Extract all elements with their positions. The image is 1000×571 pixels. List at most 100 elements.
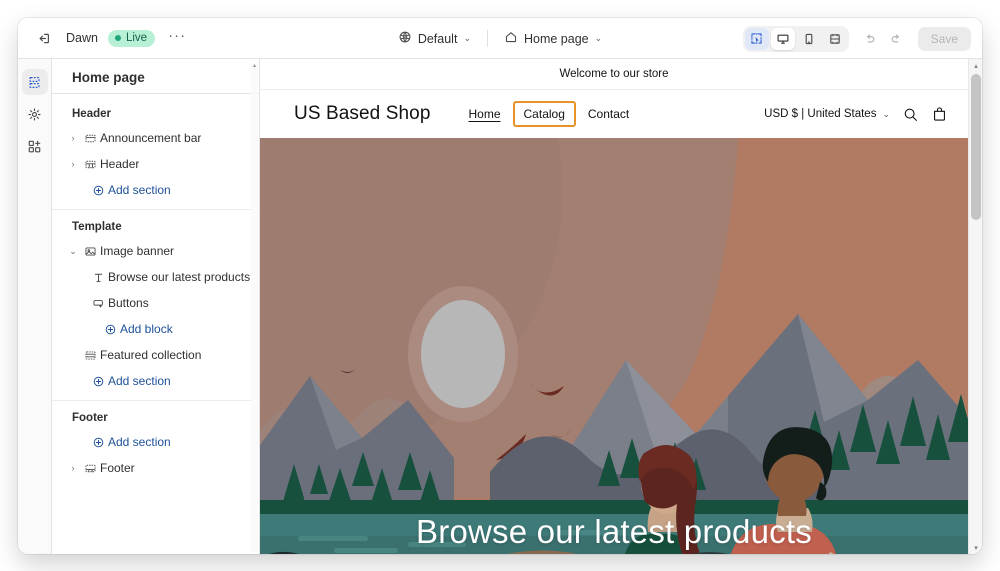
shop-name: US Based Shop [294,103,431,124]
tree-row[interactable]: Add section [58,177,253,203]
chevron-right-icon[interactable]: › [66,133,80,143]
view-mode-group [742,25,849,52]
topbar-right-group: Save [742,18,971,59]
nav-link-home[interactable]: Home [459,102,511,126]
section-group: Header › Announcement bar › Header Add sectio… [52,97,259,210]
section-tree-scroll[interactable]: Header › Announcement bar › Header Add sectio… [52,94,259,554]
preview-viewport: Welcome to our store US Based Shop Home … [260,59,968,554]
inspector-tool-button[interactable] [744,27,769,50]
tree-row[interactable]: › Footer [58,455,253,481]
fullwidth-view-button[interactable] [823,28,847,50]
locale-selector-label: Default [417,31,458,46]
storefront-header-right: USD $ | United States ⌄ [764,106,948,123]
tree-row-label: Add block [120,322,173,336]
scroll-up-arrow-icon[interactable]: ▴ [969,59,982,72]
editor-body: Home page Header › Announcement bar › Header… [18,59,982,554]
page-selector-label: Home page [523,31,589,46]
image-banner-icon [80,245,100,258]
footer-section-icon [80,462,100,475]
storefront-nav: Home Catalog Contact [459,101,640,127]
chevron-down-icon[interactable]: ⌄ [66,246,80,257]
section-group-heading: Header [72,108,111,120]
tree-row[interactable]: › Announcement bar [58,125,253,151]
page-selector[interactable]: Home page ⌄ [497,26,609,51]
sidebar-item-theme-settings[interactable] [22,101,48,127]
announcement-bar: Welcome to our store [260,59,968,90]
storefront-header: US Based Shop Home Catalog Contact USD $… [260,90,968,138]
tree-row-label: Featured collection [100,348,202,362]
tree-row-label: Image banner [100,244,175,258]
chevron-right-icon[interactable]: › [66,159,80,169]
tree-row-label: Announcement bar [100,131,202,145]
section-tree-sidebar: Home page Header › Announcement bar › Header… [52,59,260,554]
banner-heading: Browse our latest products [416,513,812,550]
sidebar-item-sections[interactable] [21,69,48,95]
store-preview: Welcome to our store US Based Shop Home … [260,59,982,554]
tree-row[interactable]: Add section [58,429,253,455]
currency-country-selector[interactable]: USD $ | United States ⌄ [764,108,890,120]
tree-row-label: Footer [100,461,135,475]
topbar-left-group: Dawn Live ··· [18,25,189,51]
mobile-view-button[interactable] [797,28,821,50]
tree-row[interactable]: Browse our latest products [58,264,253,290]
theme-name: Dawn [66,31,98,45]
tree-row[interactable]: Add section [58,368,253,394]
nav-link-contact[interactable]: Contact [578,102,639,126]
section-group-heading: Footer [72,412,108,424]
collection-icon [80,349,100,362]
tree-row-label: Add section [108,435,171,449]
tree-row-label: Add section [108,183,171,197]
tree-row[interactable]: ⌄ Image banner [58,238,253,264]
section-group: Template ⌄ Image banner Browse our latest p… [52,210,259,401]
image-banner[interactable]: Browse our latest products [260,138,968,554]
header-section-icon [80,158,100,171]
tree-row-label: Buttons [108,296,149,310]
page-title: Home page [52,62,259,94]
chevron-down-icon: ⌄ [594,33,603,43]
shopping-bag-icon[interactable] [931,106,948,123]
button-block-icon [88,297,108,310]
locale-selector[interactable]: Default ⌄ [391,26,478,51]
undo-arrow-icon[interactable] [858,26,883,51]
preview-scrollbar[interactable]: ▴ ▾ [968,59,982,554]
currency-country-label: USD $ | United States [764,108,877,120]
plus-circle-icon [88,436,108,449]
sidebar-item-apps[interactable] [22,133,48,159]
tree-row-label: Browse our latest products [108,270,251,284]
scroll-up-arrow-icon[interactable]: ▴ [251,63,258,70]
plus-circle-icon [88,375,108,388]
tree-row-label: Header [100,157,140,171]
live-dot-icon [114,35,121,41]
plus-circle-icon [100,323,120,336]
home-icon [504,30,518,47]
history-controls [858,26,908,51]
save-button[interactable]: Save [917,26,971,51]
tree-row-label: Add section [108,374,171,388]
more-menu-button[interactable]: ··· [165,28,189,45]
exit-arrow-icon[interactable] [30,25,56,51]
magnifier-icon[interactable] [902,106,919,123]
scrollbar-thumb[interactable] [971,74,981,220]
section-group: Footer Add section › Footer [52,401,259,487]
nav-link-catalog[interactable]: Catalog [512,101,576,127]
sidebar-scrollbar[interactable]: ▴ [251,63,258,552]
tree-row[interactable]: Buttons [58,290,253,316]
status-badge-label: Live [125,31,148,44]
banner-illustration [260,138,968,554]
text-block-icon [88,271,108,284]
redo-arrow-icon[interactable] [883,26,908,51]
editor-topbar: Dawn Live ··· Default ⌄ Home page ⌄ Save [18,18,982,59]
tree-row[interactable]: Featured collection [58,342,253,368]
scroll-down-arrow-icon[interactable]: ▾ [969,541,982,554]
topbar-divider [486,30,488,47]
desktop-view-button[interactable] [770,27,795,50]
theme-editor-window: Dawn Live ··· Default ⌄ Home page ⌄ Save… [18,18,982,554]
chevron-right-icon[interactable]: › [66,463,80,473]
chevron-down-icon: ⌄ [882,108,890,119]
tree-row[interactable]: Add block [58,316,253,342]
tree-row[interactable]: › Header [58,151,253,177]
chevron-down-icon: ⌄ [463,33,471,43]
status-badge: Live [107,29,156,47]
globe-icon [398,30,412,47]
section-group-heading: Template [72,221,122,233]
